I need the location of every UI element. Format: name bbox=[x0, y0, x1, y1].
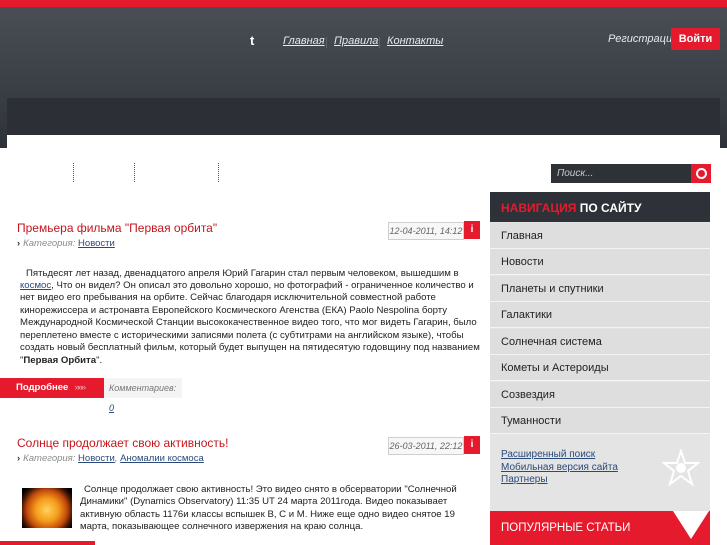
sidebar-item-comets[interactable]: Кометы и Астероиды bbox=[490, 355, 710, 381]
sidebar-item-home[interactable]: Главная bbox=[490, 223, 710, 249]
sidebar-links: Расширенный поиск Мобильная версия сайта… bbox=[501, 449, 618, 487]
info-button[interactable]: i bbox=[464, 221, 480, 239]
menu-divider bbox=[73, 163, 75, 182]
article-text-line: Солнце продолжает свою активность! Это в… bbox=[84, 484, 457, 495]
article-title[interactable]: Премьера фильма "Первая орбита" bbox=[17, 221, 217, 235]
article-category: › Категория: Новости bbox=[17, 238, 115, 249]
menu-divider bbox=[134, 163, 136, 182]
search-button[interactable] bbox=[691, 164, 711, 183]
article-date: 26-03-2011, 22:12 bbox=[388, 437, 464, 455]
menu-divider bbox=[218, 163, 220, 182]
info-button[interactable]: i bbox=[464, 436, 480, 454]
register-link[interactable]: Регистрация bbox=[608, 33, 678, 45]
article-text-line: активную область 1176и классы вспышек B,… bbox=[80, 509, 455, 520]
sidebar-item-news[interactable]: Новости bbox=[490, 249, 710, 275]
article-text-line: Динамики" (Dynamics Observatory) 11:35 U… bbox=[80, 496, 448, 507]
nav-home-link[interactable]: Главная bbox=[283, 35, 325, 47]
read-more-button[interactable]: Подробнее»»» bbox=[0, 378, 104, 398]
sidebar-item-solar-system[interactable]: Солнечная система bbox=[490, 329, 710, 355]
article-date: 12-04-2011, 14:12 bbox=[388, 222, 464, 240]
search-icon bbox=[696, 168, 707, 179]
article-text-line: Международной Космической Станции высоко… bbox=[20, 317, 477, 328]
article-title[interactable]: Солнце продолжает свою активность! bbox=[17, 436, 229, 450]
article-text-line: "Первая Орбита". bbox=[20, 355, 103, 366]
article-category: › Категория: Новости, Аномалии космоса bbox=[17, 453, 204, 464]
article-text-line: кинорежиссера и астронавта Европейского … bbox=[20, 305, 448, 316]
advanced-search-link[interactable]: Расширенный поиск bbox=[501, 449, 618, 462]
article-text-line: Пятьдесят лет назад, двенадцатого апреля… bbox=[26, 268, 459, 279]
sidebar-heading: НАВИГАЦИЯ ПО САЙТУ bbox=[490, 192, 710, 222]
cosmos-link[interactable]: космос bbox=[20, 280, 51, 291]
article-text-line: космос, Что он видел? Он описал это дово… bbox=[20, 280, 474, 291]
article-text-line: переплетено вместе с историческими запис… bbox=[20, 330, 464, 341]
article-text-line: создать новый бесплатный фильм, который … bbox=[20, 342, 480, 353]
comments-count: Комментариев: 0 bbox=[104, 378, 182, 413]
banner-band bbox=[7, 98, 720, 135]
sidebar-item-planets[interactable]: Планеты и спутники bbox=[490, 276, 710, 302]
mobile-version-link[interactable]: Мобильная версия сайта bbox=[501, 462, 618, 475]
chevron-right-icon: › bbox=[17, 238, 21, 249]
nav-divider bbox=[379, 37, 380, 48]
category-link[interactable]: Новости bbox=[78, 238, 115, 249]
nav-contacts-link[interactable]: Контакты bbox=[387, 35, 443, 47]
sidebar-item-constellations[interactable]: Созвездия bbox=[490, 382, 710, 408]
twitter-icon[interactable]: t bbox=[250, 34, 263, 48]
search-input[interactable]: Поиск... bbox=[551, 164, 691, 183]
chevron-right-icon: › bbox=[17, 453, 21, 464]
article-text-line: марта, показывающее солнечного извержени… bbox=[80, 521, 364, 532]
star-logo-icon bbox=[662, 449, 700, 487]
comments-link[interactable]: 0 bbox=[109, 403, 114, 413]
arrow-down-icon bbox=[673, 511, 709, 539]
nav-divider bbox=[326, 37, 327, 48]
sidebar-item-galaxies[interactable]: Галактики bbox=[490, 302, 710, 328]
bottom-accent bbox=[0, 541, 95, 545]
top-accent-line bbox=[0, 0, 727, 7]
sun-image[interactable] bbox=[22, 488, 72, 528]
login-button[interactable]: Войти bbox=[671, 28, 720, 50]
nav-rules-link[interactable]: Правила bbox=[334, 35, 378, 47]
article-text-line: нет видео его пребывания на орбите. Сейч… bbox=[20, 292, 436, 303]
partners-link[interactable]: Партнеры bbox=[501, 474, 618, 487]
category-link[interactable]: Новости bbox=[78, 453, 115, 464]
sidebar-item-nebulae[interactable]: Туманности bbox=[490, 408, 710, 434]
category-link[interactable]: Аномалии космоса bbox=[120, 453, 204, 464]
